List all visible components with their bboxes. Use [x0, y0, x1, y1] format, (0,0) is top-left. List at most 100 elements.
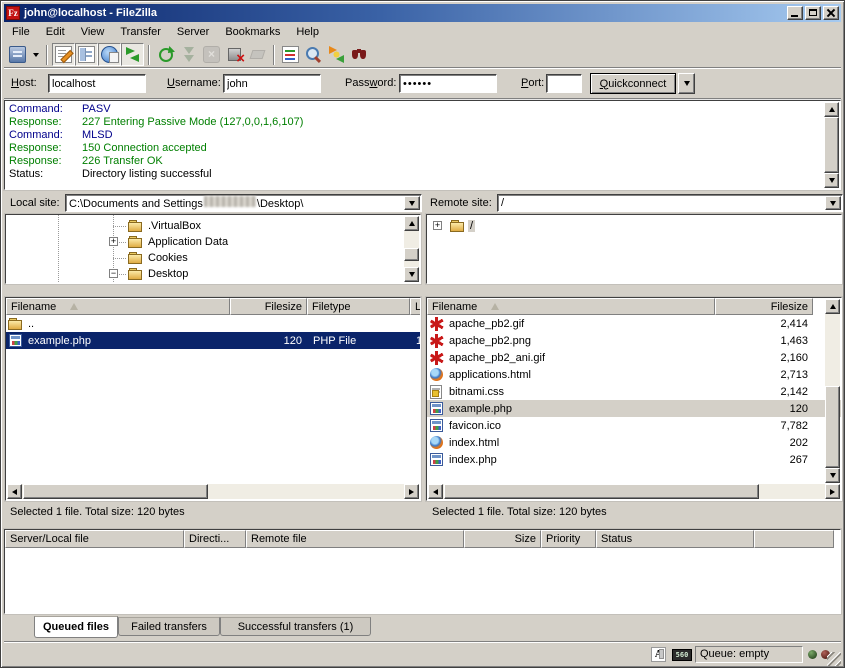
filename-cell: applications.html: [427, 368, 715, 381]
combo-dropdown-button[interactable]: [404, 196, 420, 210]
log-vscrollbar[interactable]: [824, 102, 839, 188]
tab-queued-files[interactable]: Queued files: [34, 616, 118, 638]
file-row-example-php[interactable]: example.php120PHP File1: [6, 332, 420, 349]
remote-list-hscrollbar[interactable]: [428, 484, 840, 499]
quickconnect-dropdown-button[interactable]: [678, 73, 695, 94]
password-input[interactable]: [399, 74, 497, 93]
menu-item-bookmarks[interactable]: Bookmarks: [217, 23, 288, 42]
tree-item-root[interactable]: + /: [427, 218, 841, 234]
queue-column-filler[interactable]: [754, 530, 834, 548]
column-header-filesize[interactable]: Filesize: [230, 298, 307, 315]
scroll-thumb[interactable]: [825, 386, 840, 468]
queue-column-priority[interactable]: Priority: [541, 530, 596, 548]
scroll-thumb[interactable]: [824, 117, 839, 173]
close-button[interactable]: [823, 6, 839, 20]
scroll-down-button[interactable]: [825, 468, 840, 483]
toggle-local-tree-button[interactable]: [75, 43, 98, 66]
refresh-button[interactable]: [154, 43, 177, 66]
scroll-down-button[interactable]: [824, 173, 839, 188]
disconnect-icon: [228, 48, 241, 61]
file-row-bitnami-css[interactable]: bitnami.css2,142: [427, 383, 841, 400]
tab-successful-transfers-1[interactable]: Successful transfers (1): [220, 617, 371, 636]
site-manager-button[interactable]: [6, 43, 29, 66]
local-list-hscrollbar[interactable]: [7, 484, 419, 499]
tree-item-label[interactable]: /: [468, 220, 475, 232]
scroll-right-button[interactable]: [825, 484, 840, 499]
cancel-button[interactable]: [200, 43, 223, 66]
toggle-transfer-queue-button[interactable]: [121, 43, 144, 66]
find-files-button[interactable]: [348, 43, 371, 66]
toggle-message-log-button[interactable]: [52, 43, 75, 66]
tree-connector: [113, 226, 127, 227]
log-line: Status:Directory listing successful: [6, 168, 822, 181]
collapse-minus-icon[interactable]: −: [109, 269, 118, 278]
column-header-filename[interactable]: Filename: [427, 298, 715, 315]
file-row-favicon-ico[interactable]: favicon.ico7,782: [427, 417, 841, 434]
local-site-combo[interactable]: C:\Documents and Settings\Desktop\: [65, 194, 422, 212]
scroll-up-button[interactable]: [825, 299, 840, 314]
php-file-icon: [9, 334, 22, 347]
remote-list-vscrollbar[interactable]: [825, 299, 840, 483]
tree-item-virtualbox[interactable]: .VirtualBox: [6, 218, 420, 234]
scroll-up-button[interactable]: [824, 102, 839, 117]
sync-browsing-button[interactable]: [325, 43, 348, 66]
quickconnect-button[interactable]: Quickconnect: [590, 73, 676, 94]
maximize-button[interactable]: [805, 6, 821, 20]
scroll-right-button[interactable]: [404, 484, 419, 499]
username-input[interactable]: [223, 74, 321, 93]
scroll-thumb[interactable]: [444, 484, 759, 499]
tree-item-label: .VirtualBox: [148, 220, 201, 232]
combo-dropdown-button[interactable]: [825, 196, 841, 210]
disconnect-button[interactable]: [223, 43, 246, 66]
menu-item-view[interactable]: View: [73, 23, 113, 42]
queue-column-server-local-file[interactable]: Server/Local file: [5, 530, 184, 548]
column-header-filename[interactable]: Filename: [6, 298, 230, 315]
apache-file-icon: [429, 317, 445, 331]
queue-column-status[interactable]: Status: [596, 530, 754, 548]
toggle-remote-tree-button[interactable]: [98, 43, 121, 66]
file-row-apache-pb2-ani-gif[interactable]: apache_pb2_ani.gif2,160: [427, 349, 841, 366]
menu-item-server[interactable]: Server: [169, 23, 217, 42]
resize-grip[interactable]: [827, 652, 841, 666]
file-row-applications-html[interactable]: applications.html2,713: [427, 366, 841, 383]
minimize-button[interactable]: [787, 6, 803, 20]
menu-item-help[interactable]: Help: [288, 23, 327, 42]
file-row-apache-pb2-gif[interactable]: apache_pb2.gif2,414: [427, 315, 841, 332]
file-row-apache-pb2-png[interactable]: apache_pb2.png1,463: [427, 332, 841, 349]
file-row-example-php[interactable]: example.php120: [427, 400, 841, 417]
process-queue-button[interactable]: [177, 43, 200, 66]
column-header-filetype[interactable]: Filetype: [307, 298, 410, 315]
menu-item-transfer[interactable]: Transfer: [112, 23, 169, 42]
filename-text: ..: [28, 318, 34, 330]
tree-item-cookies[interactable]: Cookies: [6, 250, 420, 266]
file-row-[interactable]: ..: [6, 315, 420, 332]
reconnect-button[interactable]: [246, 43, 269, 66]
local-selection-status: Selected 1 file. Total size: 120 bytes: [10, 506, 185, 518]
site-manager-dropdown-button[interactable]: [29, 43, 42, 66]
scroll-thumb[interactable]: [23, 484, 208, 499]
file-row-index-php[interactable]: index.php267: [427, 451, 841, 468]
column-header-filesize[interactable]: Filesize: [715, 298, 813, 315]
menu-item-file[interactable]: File: [4, 23, 38, 42]
host-input[interactable]: [48, 74, 146, 93]
filter-button[interactable]: [279, 43, 302, 66]
expand-plus-icon[interactable]: +: [109, 237, 118, 246]
folder-icon: [128, 267, 144, 281]
tree-item-desktop[interactable]: −Desktop: [6, 266, 420, 282]
tab-failed-transfers[interactable]: Failed transfers: [118, 617, 220, 636]
compare-button[interactable]: [302, 43, 325, 66]
file-row-index-html[interactable]: index.html202: [427, 434, 841, 451]
remote-site-combo[interactable]: /: [497, 194, 843, 212]
queue-column-size[interactable]: Size: [464, 530, 541, 548]
scroll-left-button[interactable]: [428, 484, 443, 499]
scroll-left-button[interactable]: [7, 484, 22, 499]
queue-column-remote-file[interactable]: Remote file: [246, 530, 464, 548]
expand-plus-icon[interactable]: +: [433, 221, 442, 230]
column-header-l[interactable]: L: [410, 298, 421, 315]
column-header-label: Directi...: [189, 533, 229, 545]
port-input[interactable]: [546, 74, 582, 93]
queue-column-directi[interactable]: Directi...: [184, 530, 246, 548]
filename-text: apache_pb2_ani.gif: [449, 352, 545, 364]
menu-item-edit[interactable]: Edit: [38, 23, 73, 42]
tree-item-application-data[interactable]: +Application Data: [6, 234, 420, 250]
